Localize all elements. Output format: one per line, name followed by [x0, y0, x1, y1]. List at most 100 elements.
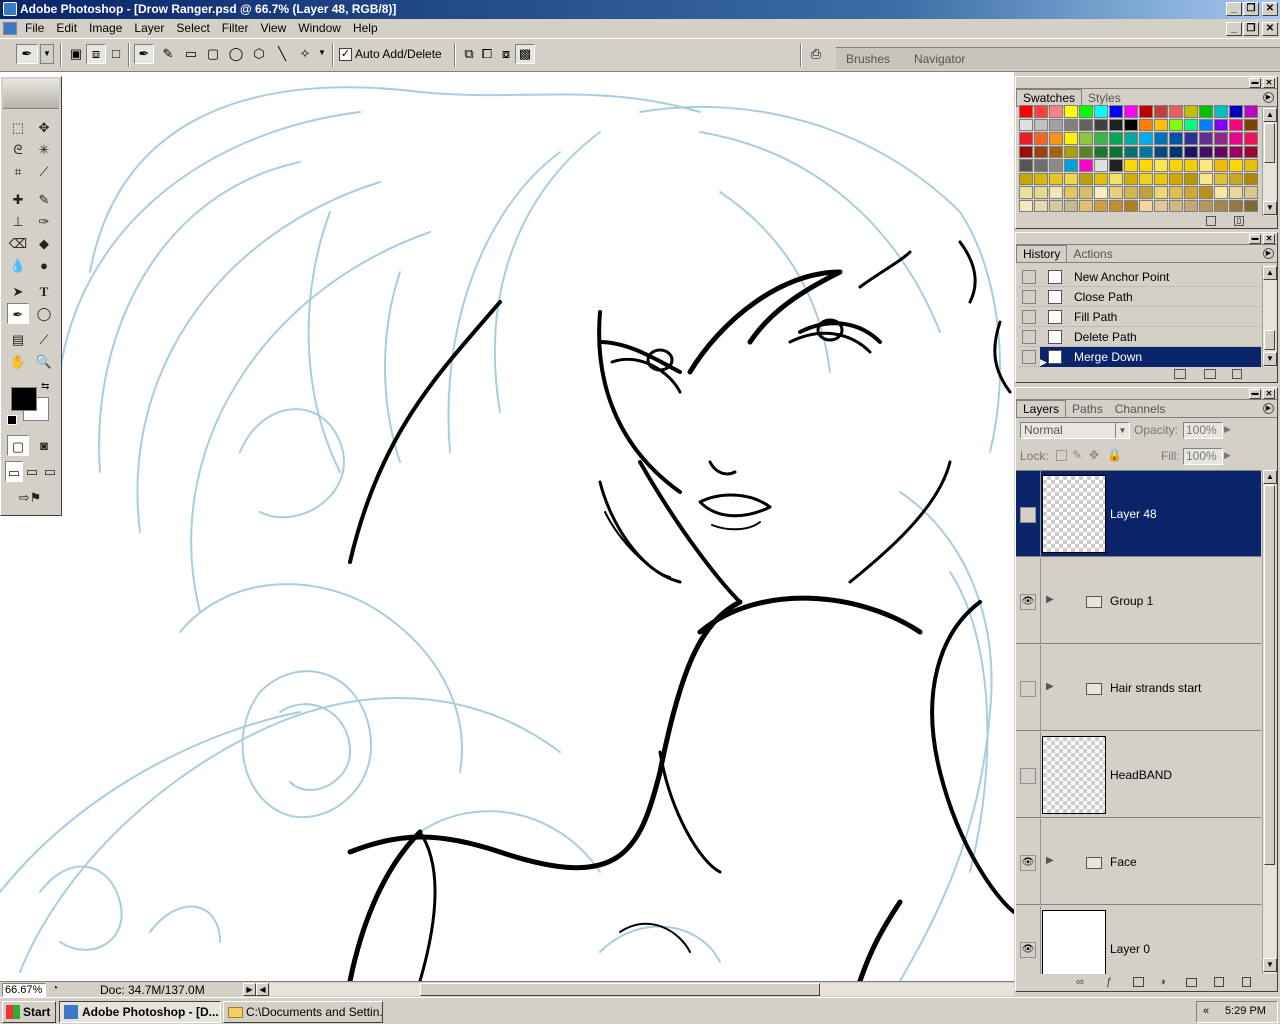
color-swatch[interactable] [1244, 145, 1258, 158]
full-screen-mode-icon[interactable]: ▭ [41, 461, 59, 482]
color-swatch[interactable] [1094, 172, 1108, 185]
color-swatch[interactable] [1019, 199, 1033, 212]
doc-minimize-button[interactable]: _ [1226, 22, 1242, 36]
custom-shape-icon[interactable]: ✧ [295, 44, 315, 64]
rectangle-shape-icon[interactable]: ▭ [181, 44, 201, 64]
color-swatch[interactable] [1199, 118, 1213, 131]
color-swatch[interactable] [1154, 145, 1168, 158]
color-swatch[interactable] [1109, 199, 1123, 212]
brush-tool-icon[interactable]: ✎ [33, 189, 55, 210]
new-document-from-state-icon[interactable] [1174, 369, 1186, 379]
color-swatch[interactable] [1229, 145, 1243, 158]
scroll-thumb[interactable] [1264, 330, 1275, 350]
history-state[interactable]: Fill Path [1018, 307, 1261, 327]
color-swatch[interactable] [1079, 172, 1093, 185]
history-state[interactable]: Delete Path [1018, 327, 1261, 347]
history-snapshot-checkbox[interactable] [1022, 270, 1036, 284]
color-swatch[interactable] [1034, 145, 1048, 158]
magic-wand-tool-icon[interactable]: ✳ [33, 139, 55, 160]
scroll-down-icon[interactable]: ▼ [1263, 352, 1277, 366]
palette-menu-icon[interactable]: ▶ [1263, 403, 1274, 414]
lock-position-icon[interactable]: ✥ [1089, 448, 1099, 462]
menu-view[interactable]: View [254, 19, 292, 38]
horizontal-scrollbar-track[interactable] [270, 983, 1014, 996]
color-swatch[interactable] [1154, 105, 1168, 118]
visibility-toggle[interactable] [1020, 681, 1036, 697]
color-swatch[interactable] [1034, 159, 1048, 172]
color-swatch[interactable] [1079, 186, 1093, 199]
color-swatch[interactable] [1184, 159, 1198, 172]
layer-row-face[interactable]: 👁 ▶ Face [1016, 819, 1261, 905]
color-swatch[interactable] [1019, 118, 1033, 131]
start-button[interactable]: Start [2, 1001, 56, 1023]
auto-add-delete-checkbox[interactable]: ✓ [339, 48, 352, 61]
trash-icon[interactable] [1232, 369, 1242, 379]
color-swatch[interactable] [1019, 105, 1033, 118]
color-swatch[interactable] [1064, 132, 1078, 145]
color-swatch[interactable] [1109, 172, 1123, 185]
color-swatch[interactable] [1214, 118, 1228, 131]
visibility-toggle[interactable] [1020, 768, 1036, 784]
new-layer-icon[interactable] [1214, 977, 1224, 987]
layers-scrollbar[interactable]: ▲ ▼ [1262, 470, 1277, 974]
color-swatch[interactable] [1139, 186, 1153, 199]
blend-mode-select[interactable]: Normal ▼ [1020, 422, 1130, 439]
color-swatch[interactable] [1169, 172, 1183, 185]
scroll-thumb[interactable] [1264, 485, 1275, 865]
expand-arrow-icon[interactable]: ▶ [1046, 681, 1054, 692]
create-snapshot-icon[interactable] [1204, 369, 1216, 379]
color-swatch[interactable] [1094, 159, 1108, 172]
layer-style-icon[interactable]: ƒ [1106, 976, 1112, 988]
tab-layers[interactable]: Layers [1016, 400, 1067, 417]
eraser-tool-icon[interactable]: ⌫ [7, 233, 29, 254]
crop-tool-icon[interactable]: ⌗ [7, 161, 29, 182]
color-swatch[interactable] [1244, 132, 1258, 145]
maximize-button[interactable]: ❐ [1243, 2, 1259, 16]
color-swatch[interactable] [1169, 105, 1183, 118]
taskbar-button-explorer[interactable]: C:\Documents and Settin... [223, 1001, 383, 1023]
color-swatch[interactable] [1169, 186, 1183, 199]
color-swatch[interactable] [1064, 186, 1078, 199]
doc-close-button[interactable]: ✕ [1262, 22, 1278, 36]
color-swatch[interactable] [1094, 199, 1108, 212]
tool-preset-dropdown-icon[interactable]: ▼ [40, 44, 54, 64]
color-swatch[interactable] [1079, 132, 1093, 145]
color-swatch[interactable] [1049, 159, 1063, 172]
color-swatch[interactable] [1034, 199, 1048, 212]
color-swatch[interactable] [1199, 199, 1213, 212]
lock-transparency-icon[interactable] [1056, 450, 1067, 461]
palette-titlebar[interactable] [1016, 77, 1277, 89]
color-swatch[interactable] [1184, 199, 1198, 212]
pen-icon[interactable]: ✒ [134, 44, 154, 64]
scroll-up-icon[interactable]: ▲ [1263, 266, 1277, 280]
color-swatch[interactable] [1154, 159, 1168, 172]
horizontal-scroll-thumb[interactable] [420, 983, 820, 996]
color-swatch[interactable] [1064, 145, 1078, 158]
swatch-grid[interactable] [1019, 105, 1259, 215]
palette-close-button[interactable]: ✕ [1263, 234, 1275, 244]
zoom-field[interactable]: 66.67% [2, 983, 46, 997]
color-swatch[interactable] [1124, 105, 1138, 118]
color-swatch[interactable] [1049, 199, 1063, 212]
ellipse-tool-icon[interactable]: ◯ [33, 303, 55, 324]
color-swatch[interactable] [1064, 172, 1078, 185]
color-swatch[interactable] [1079, 145, 1093, 158]
color-swatch[interactable] [1019, 145, 1033, 158]
color-swatch[interactable] [1214, 186, 1228, 199]
color-swatch[interactable] [1124, 199, 1138, 212]
history-snapshot-checkbox[interactable] [1022, 330, 1036, 344]
adjustment-layer-icon[interactable]: ◑ [1159, 976, 1166, 988]
link-layers-icon[interactable]: ∞ [1076, 976, 1084, 988]
fill-pixels-icon[interactable]: □ [106, 44, 126, 64]
minimize-button[interactable]: _ [1226, 2, 1242, 16]
scroll-up-icon[interactable]: ▲ [1263, 470, 1277, 484]
color-swatch[interactable] [1139, 199, 1153, 212]
slice-tool-icon[interactable]: ⟋ [33, 161, 55, 182]
color-swatch[interactable] [1124, 172, 1138, 185]
menu-file[interactable]: File [19, 19, 50, 38]
menu-select[interactable]: Select [170, 19, 215, 38]
clone-stamp-tool-icon[interactable]: ⊥ [7, 211, 29, 232]
opacity-slider-icon[interactable]: ▶ [1224, 424, 1231, 435]
zoom-tool-icon[interactable]: 🔍 [33, 351, 55, 372]
scroll-down-icon[interactable]: ▼ [1263, 958, 1277, 972]
